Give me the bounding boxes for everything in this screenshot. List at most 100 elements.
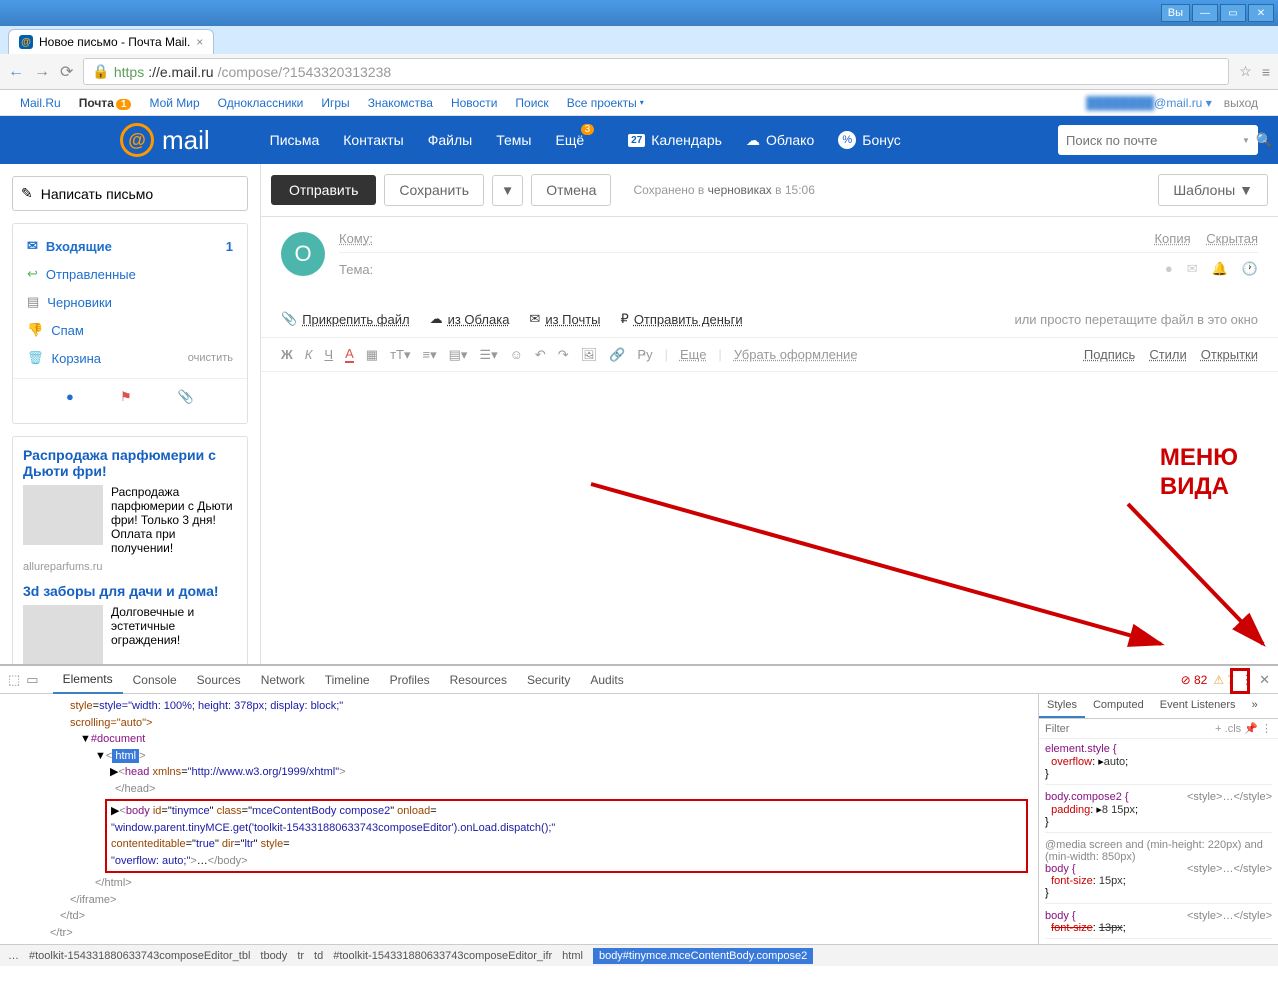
star-icon[interactable]: ☆ <box>1239 63 1252 80</box>
add-rule-icon[interactable]: + <box>1215 723 1221 735</box>
priority-icon[interactable]: ● <box>1165 261 1173 277</box>
device-icon[interactable]: ▭ <box>26 672 38 688</box>
devtools-close-icon[interactable]: ✕ <box>1259 672 1270 688</box>
nav-more[interactable]: Ещё3 <box>555 132 584 148</box>
inspect-icon[interactable]: ⬚ <box>8 672 20 688</box>
tab-close-icon[interactable]: × <box>196 35 203 49</box>
folder-inbox[interactable]: ✉Входящие1 <box>13 232 247 260</box>
save-dropdown[interactable]: ▼ <box>492 175 523 206</box>
menu-icon[interactable]: ≡ <box>1262 64 1270 80</box>
elements-tree[interactable]: style=style="width: 100%; height: 378px;… <box>0 694 1038 944</box>
attach-mail[interactable]: ✉из Почты <box>529 311 600 327</box>
more-format[interactable]: Еще <box>680 347 706 362</box>
ad-image-1[interactable] <box>23 485 103 545</box>
minimize-button[interactable]: — <box>1192 4 1218 22</box>
nav-calendar[interactable]: 27Календарь <box>628 132 722 148</box>
tab-sources[interactable]: Sources <box>187 667 251 693</box>
undo-icon[interactable]: ↶ <box>535 347 546 363</box>
styles-filter[interactable] <box>1045 723 1215 735</box>
cards-link[interactable]: Открытки <box>1201 347 1258 362</box>
fontsize-icon[interactable]: тТ▾ <box>390 347 410 363</box>
italic-icon[interactable]: К <box>305 347 313 362</box>
image-icon[interactable]: 🖼 <box>581 347 598 363</box>
search-box[interactable]: ▼ 🔍 <box>1058 125 1258 155</box>
nav-games[interactable]: Игры <box>321 96 349 110</box>
templates-button[interactable]: Шаблоны ▼ <box>1158 174 1268 206</box>
breadcrumb[interactable]: … #toolkit-154331880633743composeEditor_… <box>0 944 1278 966</box>
folder-spam[interactable]: 👎Спам <box>13 316 247 344</box>
search-dropdown-icon[interactable]: ▼ <box>1242 136 1250 145</box>
nav-mymir[interactable]: Мой Мир <box>149 96 199 110</box>
nav-bonus[interactable]: %Бонус <box>838 131 901 149</box>
attachment-icon[interactable]: 📎 <box>178 389 194 405</box>
nav-themes[interactable]: Темы <box>496 132 531 148</box>
list-icon[interactable]: ☰▾ <box>479 347 497 363</box>
unread-dot-icon[interactable]: ● <box>66 389 74 405</box>
remind-icon[interactable]: 🔔 <box>1212 261 1228 277</box>
search-input[interactable] <box>1066 133 1242 148</box>
emoji-icon[interactable]: ☺ <box>510 347 523 362</box>
nav-dating[interactable]: Знакомства <box>368 96 433 110</box>
schedule-icon[interactable]: 🕐 <box>1242 261 1258 277</box>
cls-toggle[interactable]: .cls <box>1225 723 1242 735</box>
back-button[interactable]: ← <box>8 63 24 81</box>
send-money[interactable]: ₽Отправить деньги <box>621 311 743 327</box>
forward-button[interactable]: → <box>34 63 50 81</box>
logo[interactable]: @ mail <box>120 123 210 157</box>
breadcrumb-selected[interactable]: body#tinymce.mceContentBody.compose2 <box>593 948 813 964</box>
tab-profiles[interactable]: Profiles <box>380 667 440 693</box>
trash-clear[interactable]: очистить <box>188 352 233 364</box>
hov-icon[interactable]: ⋮ <box>1261 722 1272 735</box>
you-button[interactable]: Вы <box>1161 4 1190 22</box>
tab-resources[interactable]: Resources <box>440 667 517 693</box>
stab-computed[interactable]: Computed <box>1085 694 1152 718</box>
indent-icon[interactable]: ▤▾ <box>449 347 468 363</box>
ad-image-2[interactable] <box>23 605 103 665</box>
maximize-button[interactable]: ▭ <box>1220 4 1246 22</box>
url-input[interactable]: 🔒 https ://e.mail.ru /compose/?154332031… <box>83 58 1229 85</box>
styles-link[interactable]: Стили <box>1149 347 1186 362</box>
highlight-icon[interactable]: ▦ <box>366 347 378 363</box>
tab-console[interactable]: Console <box>123 667 187 693</box>
save-button[interactable]: Сохранить <box>384 174 484 206</box>
receipt-icon[interactable]: ✉ <box>1187 261 1198 277</box>
user-email[interactable]: ████████@mail.ru ▾ <box>1086 96 1212 110</box>
reload-button[interactable]: ⟳ <box>60 62 73 82</box>
clear-format[interactable]: Убрать оформление <box>734 347 858 362</box>
redo-icon[interactable]: ↷ <box>558 347 569 363</box>
ad-title-2[interactable]: 3d заборы для дачи и дома! <box>23 583 237 599</box>
drafts-link[interactable]: черновиках <box>708 183 772 197</box>
to-label[interactable]: Кому: <box>339 231 373 246</box>
ad-site-1[interactable]: allureparfums.ru <box>23 561 237 573</box>
tab-elements[interactable]: Elements <box>53 666 123 694</box>
underline-icon[interactable]: Ч <box>324 347 333 362</box>
cancel-button[interactable]: Отмена <box>531 174 611 206</box>
ad-title-1[interactable]: Распродажа парфюмерии с Дьюти фри! <box>23 447 237 479</box>
align-icon[interactable]: ≡▾ <box>422 347 436 363</box>
nav-projects[interactable]: Все проекты <box>567 96 644 110</box>
nav-letters[interactable]: Письма <box>270 132 320 148</box>
link-icon[interactable]: 🔗 <box>609 347 625 363</box>
stab-listeners[interactable]: Event Listeners <box>1152 694 1244 718</box>
nav-search[interactable]: Поиск <box>515 96 548 110</box>
attach-cloud[interactable]: ☁из Облака <box>430 311 510 327</box>
folder-drafts[interactable]: ▤Черновики <box>13 288 247 316</box>
nav-mailru[interactable]: Mail.Ru <box>20 96 61 110</box>
css-rules[interactable]: element.style { overflow: ▸auto;} body.c… <box>1039 739 1278 944</box>
send-button[interactable]: Отправить <box>271 175 376 205</box>
attach-file[interactable]: 📎Прикрепить файл <box>281 311 410 327</box>
translit-icon[interactable]: Ҏу <box>637 347 652 362</box>
search-icon[interactable]: 🔍 <box>1256 132 1273 149</box>
bcc-link[interactable]: Скрытая <box>1206 231 1258 246</box>
nav-contacts[interactable]: Контакты <box>343 132 403 148</box>
bold-icon[interactable]: Ж <box>281 347 293 362</box>
tab-security[interactable]: Security <box>517 667 580 693</box>
nav-cloud[interactable]: ☁Облако <box>746 132 814 149</box>
nav-news[interactable]: Новости <box>451 96 497 110</box>
signature-link[interactable]: Подпись <box>1084 347 1135 362</box>
close-button[interactable]: ✕ <box>1248 4 1274 22</box>
folder-trash[interactable]: 🗑Корзинаочистить <box>13 344 247 372</box>
cc-link[interactable]: Копия <box>1154 231 1190 246</box>
nav-files[interactable]: Файлы <box>428 132 472 148</box>
nav-ok[interactable]: Одноклассники <box>218 96 304 110</box>
